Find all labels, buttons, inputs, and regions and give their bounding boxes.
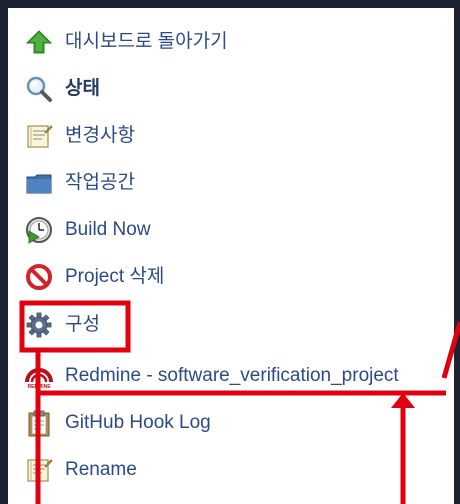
gear-icon <box>22 309 56 341</box>
sidebar-item-label[interactable]: Build Now <box>65 214 151 246</box>
sidebar-item-label[interactable]: 변경사항 <box>65 120 135 152</box>
sidebar-item-label[interactable]: Project 삭제 <box>65 261 164 293</box>
folder-icon <box>22 167 56 199</box>
sidebar-item-label[interactable]: 작업공간 <box>65 167 135 199</box>
redmine-icon: REDMINE <box>22 360 56 392</box>
sidebar-item-status[interactable]: 상태 <box>22 73 100 105</box>
rename-notepad-icon <box>22 454 56 486</box>
magnifier-icon <box>22 73 56 105</box>
clock-play-icon <box>22 214 56 246</box>
sidebar-item-build-now[interactable]: Build Now <box>22 214 151 246</box>
sidebar-item-label[interactable]: 대시보드로 돌아가기 <box>65 26 228 58</box>
sidebar-item-github-hook-log[interactable]: GitHub Hook Log <box>22 407 211 439</box>
jenkins-side-panel: 대시보드로 돌아가기 상태 변경사항 작업공간 Build Now Projec… <box>8 8 454 504</box>
screenshot-frame: 대시보드로 돌아가기 상태 변경사항 작업공간 Build Now Projec… <box>0 0 460 504</box>
sidebar-item-label[interactable]: 구성 <box>65 309 100 341</box>
no-entry-icon <box>22 261 56 293</box>
sidebar-item-back-to-dashboard[interactable]: 대시보드로 돌아가기 <box>22 26 228 58</box>
sidebar-item-configure[interactable]: 구성 <box>22 309 100 341</box>
sidebar-item-delete-project[interactable]: Project 삭제 <box>22 261 164 293</box>
notepad-icon <box>22 120 56 152</box>
up-arrow-icon <box>22 26 56 58</box>
svg-text:REDMINE: REDMINE <box>27 384 51 390</box>
sidebar-item-workspace[interactable]: 작업공간 <box>22 167 135 199</box>
sidebar-item-label[interactable]: 상태 <box>65 73 100 105</box>
sidebar-item-redmine[interactable]: REDMINE Redmine - software_verification_… <box>22 360 399 392</box>
clipboard-icon <box>22 407 56 439</box>
sidebar-item-label[interactable]: Redmine - software_verification_project <box>65 360 399 392</box>
sidebar-item-changes[interactable]: 변경사항 <box>22 120 135 152</box>
sidebar-item-rename[interactable]: Rename <box>22 454 137 486</box>
sidebar-item-label[interactable]: Rename <box>65 454 137 486</box>
sidebar-item-label[interactable]: GitHub Hook Log <box>65 407 211 439</box>
